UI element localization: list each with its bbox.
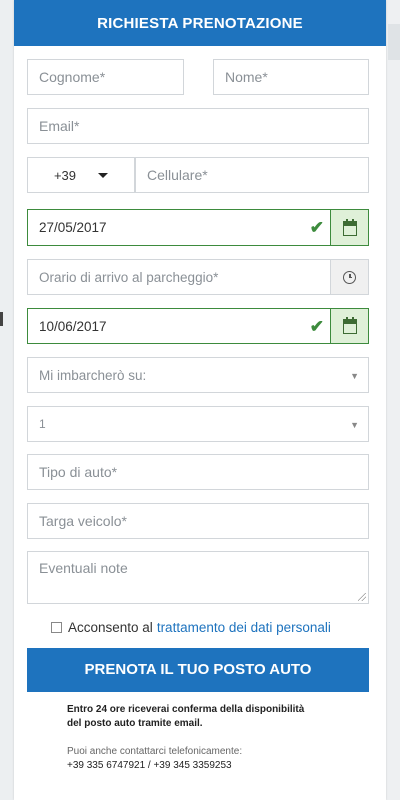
embark-select-value: Mi imbarcherò su: (39, 367, 147, 383)
checkmark-icon: ✔ (309, 218, 324, 237)
contact-text: Puoi anche contattarci telefonicamente: (67, 746, 243, 757)
quantity-select-value: 1 (39, 417, 46, 431)
info-text-line2: del posto auto tramite email. (67, 718, 203, 729)
clock-icon (343, 270, 356, 284)
mobile-placeholder: Cellulare* (147, 167, 208, 183)
phone-prefix-select[interactable]: +39 (27, 157, 135, 193)
time-button[interactable] (330, 260, 368, 294)
return-date-input[interactable]: 10/06/2017 ✔ (27, 308, 369, 344)
phone-numbers: +39 335 6747921 / +39 345 3359253 (67, 760, 232, 771)
page-background-left (0, 0, 14, 800)
embark-select[interactable]: Mi imbarcherò su: ▼ (27, 357, 369, 393)
calendar-button[interactable] (330, 210, 368, 245)
page-background-right (386, 0, 400, 800)
checkmark-icon: ✔ (309, 317, 324, 336)
resize-icon[interactable] (358, 593, 366, 601)
car-type-placeholder: Tipo di auto* (39, 464, 118, 480)
email-input[interactable]: Email* (27, 108, 369, 144)
surname-input[interactable]: Cognome* (27, 59, 184, 95)
privacy-link[interactable]: trattamento dei dati personali (157, 620, 331, 635)
mobile-input[interactable]: Cellulare* (135, 157, 369, 193)
calendar-button[interactable] (330, 309, 368, 343)
form-title: RICHIESTA PRENOTAZIONE (14, 0, 386, 46)
email-placeholder: Email* (39, 118, 80, 134)
consent-checkbox[interactable] (51, 621, 62, 633)
arrival-date-input[interactable]: 27/05/2017 ✔ (27, 209, 369, 246)
consent-row: Acconsento al trattamento dei dati perso… (51, 618, 331, 636)
notes-textarea[interactable]: Eventuali note (27, 551, 369, 604)
car-type-input[interactable]: Tipo di auto* (27, 454, 369, 490)
return-date-value: 10/06/2017 (39, 318, 107, 334)
arrival-time-placeholder: Orario di arrivo al parcheggio* (39, 269, 219, 285)
consent-text: Acconsento al (68, 619, 153, 635)
background-fragment (388, 24, 400, 60)
submit-button[interactable]: PRENOTA IL TUO POSTO AUTO (27, 648, 369, 692)
info-text-line1: Entro 24 ore riceverai conferma della di… (67, 704, 305, 715)
plate-placeholder: Targa veicolo* (39, 513, 127, 529)
caret-down-icon (98, 172, 109, 178)
notes-placeholder: Eventuali note (39, 560, 128, 576)
caret-down-icon: ▼ (350, 420, 359, 430)
name-placeholder: Nome* (225, 69, 268, 85)
calendar-icon (342, 317, 357, 334)
calendar-icon (342, 218, 357, 236)
phone-prefix-value: +39 (53, 167, 77, 183)
quantity-select[interactable]: 1 ▼ (27, 406, 369, 442)
surname-placeholder: Cognome* (39, 69, 106, 85)
name-input[interactable]: Nome* (213, 59, 369, 95)
arrival-date-value: 27/05/2017 (39, 220, 107, 235)
caret-down-icon: ▼ (350, 371, 359, 381)
plate-input[interactable]: Targa veicolo* (27, 503, 369, 539)
arrival-time-input[interactable]: Orario di arrivo al parcheggio* (27, 259, 369, 295)
background-fragment (0, 312, 3, 326)
booking-form-card: RICHIESTA PRENOTAZIONE Cognome* Nome* Em… (14, 0, 386, 800)
